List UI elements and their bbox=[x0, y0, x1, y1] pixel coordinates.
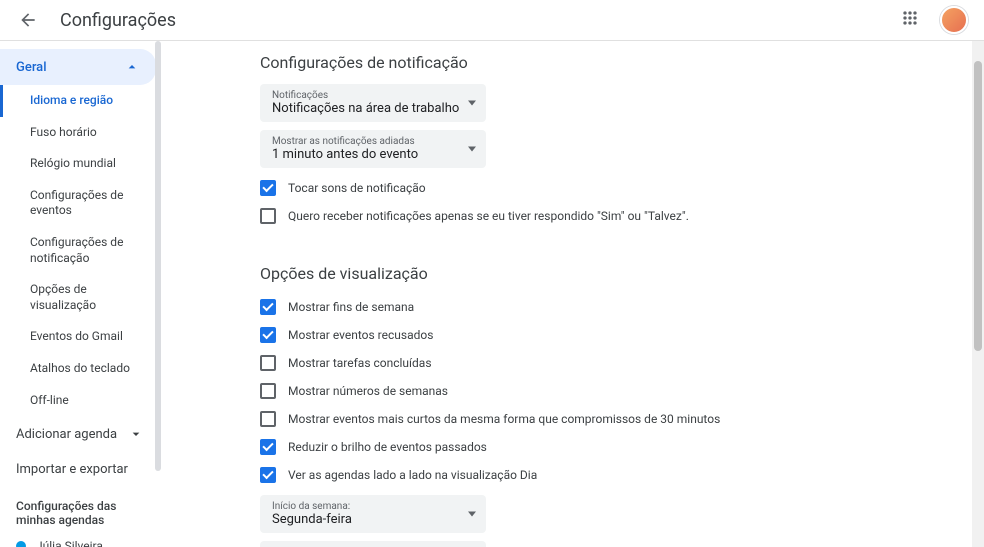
nav-item-language[interactable]: Idioma e região bbox=[0, 85, 160, 117]
view-option-row: Mostrar números de semanas bbox=[260, 379, 984, 403]
week-start-dropdown[interactable]: Início da semana: Segunda-feira bbox=[260, 495, 486, 533]
view-option-row: Mostrar fins de semana bbox=[260, 295, 984, 319]
section-title: Opções de visualização bbox=[260, 264, 984, 283]
nav-section-add-calendar[interactable]: Adicionar agenda bbox=[0, 416, 160, 452]
checkbox-label: Mostrar fins de semana bbox=[288, 300, 414, 314]
nav-section-label: Importar e exportar bbox=[16, 462, 128, 477]
sidebar-scrollbar[interactable] bbox=[155, 41, 161, 547]
play-sounds-row: Tocar sons de notificação bbox=[260, 176, 984, 200]
play-sounds-checkbox[interactable] bbox=[260, 180, 276, 196]
chevron-up-icon bbox=[124, 59, 140, 75]
dropdown-value: Segunda-feira bbox=[272, 512, 474, 527]
checkbox-label: Reduzir o brilho de eventos passados bbox=[288, 440, 487, 454]
nav-item-event-settings[interactable]: Configurações de eventos bbox=[0, 180, 160, 227]
nav-item-view-options[interactable]: Opções de visualização bbox=[0, 274, 160, 321]
nav-item-shortcuts[interactable]: Atalhos do teclado bbox=[0, 353, 160, 385]
nav-item-gmail-events[interactable]: Eventos do Gmail bbox=[0, 321, 160, 353]
back-button[interactable] bbox=[16, 8, 40, 32]
only-if-responded-checkbox[interactable] bbox=[260, 208, 276, 224]
nav-section-label: Adicionar agenda bbox=[16, 427, 117, 442]
page-title: Configurações bbox=[60, 10, 176, 31]
view-option-row: Mostrar eventos recusados bbox=[260, 323, 984, 347]
arrow-left-icon bbox=[18, 10, 38, 30]
user-avatar[interactable] bbox=[940, 6, 968, 34]
view-option-checkbox[interactable] bbox=[260, 355, 276, 371]
checkbox-label: Mostrar eventos mais curtos da mesma for… bbox=[288, 412, 720, 426]
chevron-down-icon bbox=[128, 426, 144, 442]
nav-item-import-export[interactable]: Importar e exportar bbox=[0, 452, 160, 487]
view-option-checkbox[interactable] bbox=[260, 439, 276, 455]
section-title: Configurações de notificação bbox=[260, 53, 984, 72]
view-option-checkbox[interactable] bbox=[260, 383, 276, 399]
calendar-item[interactable]: Júlia Silveira bbox=[0, 533, 160, 547]
content: Configurações de notificação Notificaçõe… bbox=[160, 41, 984, 547]
scrollbar-thumb[interactable] bbox=[974, 61, 982, 351]
dropdown-label: Mostrar as notificações adiadas bbox=[272, 136, 474, 147]
scrollbar-thumb[interactable] bbox=[155, 41, 161, 471]
view-option-row: Mostrar tarefas concluídas bbox=[260, 351, 984, 375]
nav-item-notif-settings[interactable]: Configurações de notificação bbox=[0, 227, 160, 274]
checkbox-label: Tocar sons de notificação bbox=[288, 181, 426, 195]
checkbox-label: Mostrar números de semanas bbox=[288, 384, 448, 398]
content-scrollbar[interactable] bbox=[972, 41, 984, 547]
only-if-responded-row: Quero receber notificações apenas se eu … bbox=[260, 204, 984, 228]
snooze-dropdown[interactable]: Mostrar as notificações adiadas 1 minuto… bbox=[260, 130, 486, 168]
chevron-down-icon bbox=[468, 147, 476, 152]
custom-view-dropdown[interactable]: Definir visualização personalizada 4 dia… bbox=[260, 541, 486, 547]
nav-item-timezone[interactable]: Fuso horário bbox=[0, 117, 160, 149]
view-option-row: Mostrar eventos mais curtos da mesma for… bbox=[260, 407, 984, 431]
nav-item-worldclock[interactable]: Relógio mundial bbox=[0, 148, 160, 180]
nav-section-general[interactable]: Geral bbox=[0, 49, 156, 85]
calendar-color-dot bbox=[16, 541, 26, 547]
checkbox-label: Mostrar eventos recusados bbox=[288, 328, 433, 342]
view-options-section: Opções de visualização Mostrar fins de s… bbox=[260, 264, 984, 547]
dropdown-label: Notificações bbox=[272, 90, 474, 101]
my-calendars-heading: Configurações das minhas agendas bbox=[0, 487, 160, 533]
calendar-name: Júlia Silveira bbox=[36, 539, 144, 547]
chevron-down-icon bbox=[468, 101, 476, 106]
dropdown-value: Notificações na área de trabalho bbox=[272, 101, 474, 116]
nav-section-label: Geral bbox=[16, 60, 47, 75]
notifications-dropdown[interactable]: Notificações Notificações na área de tra… bbox=[260, 84, 486, 122]
dropdown-label: Início da semana: bbox=[272, 501, 474, 512]
dropdown-value: 1 minuto antes do evento bbox=[272, 147, 474, 162]
view-option-row: Ver as agendas lado a lado na visualizaç… bbox=[260, 463, 984, 487]
chevron-down-icon bbox=[468, 512, 476, 517]
view-option-row: Reduzir o brilho de eventos passados bbox=[260, 435, 984, 459]
view-option-checkbox[interactable] bbox=[260, 327, 276, 343]
view-option-checkbox[interactable] bbox=[260, 411, 276, 427]
sidebar: Geral Idioma e região Fuso horário Relóg… bbox=[0, 41, 160, 547]
notification-section: Configurações de notificação Notificaçõe… bbox=[260, 53, 984, 228]
apps-icon[interactable] bbox=[900, 8, 924, 32]
view-option-checkbox[interactable] bbox=[260, 467, 276, 483]
checkbox-label: Quero receber notificações apenas se eu … bbox=[288, 209, 689, 223]
checkbox-label: Mostrar tarefas concluídas bbox=[288, 356, 432, 370]
header: Configurações bbox=[0, 0, 984, 41]
nav-item-offline[interactable]: Off-line bbox=[0, 385, 160, 417]
view-option-checkbox[interactable] bbox=[260, 299, 276, 315]
checkbox-label: Ver as agendas lado a lado na visualizaç… bbox=[288, 468, 537, 482]
